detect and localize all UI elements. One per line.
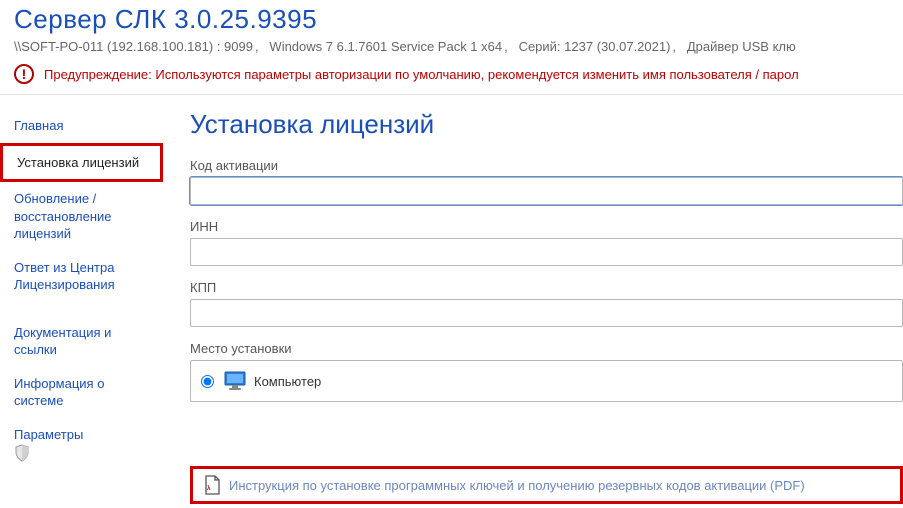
activation-code-input[interactable] (190, 177, 903, 205)
driver-info: Драйвер USB клю (687, 39, 796, 54)
kpp-input[interactable] (190, 299, 903, 327)
install-place-label: Место установки (190, 341, 903, 356)
nav-settings-label: Параметры (14, 427, 83, 442)
warning-icon: ! (14, 64, 34, 84)
nav-system-info[interactable]: Информация о системе (0, 367, 165, 418)
install-place-option-label: Компьютер (254, 374, 321, 389)
serial-info: Серий: 1237 (30.07.2021) (519, 39, 671, 54)
inn-input[interactable] (190, 238, 903, 266)
pdf-link-text: Инструкция по установке программных ключ… (229, 478, 805, 493)
svg-text:λ: λ (207, 486, 211, 492)
monitor-icon (224, 371, 246, 391)
os-info: Windows 7 6.1.7601 Service Pack 1 x64 (269, 39, 502, 54)
nav-licensing-center-response[interactable]: Ответ из Центра Лицензирования (0, 251, 165, 302)
header-info-row: \\SOFT-PO-011 (192.168.100.181) : 9099, … (14, 39, 889, 54)
install-place-box: Компьютер (190, 360, 903, 402)
sidebar: Главная Установка лицензий Обновление / … (0, 109, 165, 504)
nav-install-licenses[interactable]: Установка лицензий (3, 146, 160, 180)
app-title: Сервер СЛК 3.0.25.9395 (14, 4, 889, 35)
nav-main[interactable]: Главная (0, 109, 165, 143)
main-content: Установка лицензий Код активации ИНН КПП… (165, 109, 903, 504)
warning-text: Предупреждение: Используются параметры а… (44, 67, 799, 82)
host-info: \\SOFT-PO-011 (192.168.100.181) : 9099 (14, 39, 253, 54)
activation-code-label: Код активации (190, 158, 903, 173)
pdf-instructions-link[interactable]: λ Инструкция по установке программных кл… (203, 475, 890, 495)
install-place-radio-computer[interactable] (201, 375, 214, 388)
page-title: Установка лицензий (190, 109, 903, 140)
nav-settings[interactable]: Параметры (0, 418, 165, 470)
nav-docs-links[interactable]: Документация и ссылки (0, 316, 165, 367)
shield-icon (14, 444, 151, 462)
highlight-box-nav: Установка лицензий (0, 143, 163, 183)
inn-label: ИНН (190, 219, 903, 234)
nav-update-restore[interactable]: Обновление / восстановление лицензий (0, 182, 165, 251)
pdf-icon: λ (203, 475, 221, 495)
highlight-box-pdf: λ Инструкция по установке программных кл… (190, 466, 903, 504)
kpp-label: КПП (190, 280, 903, 295)
